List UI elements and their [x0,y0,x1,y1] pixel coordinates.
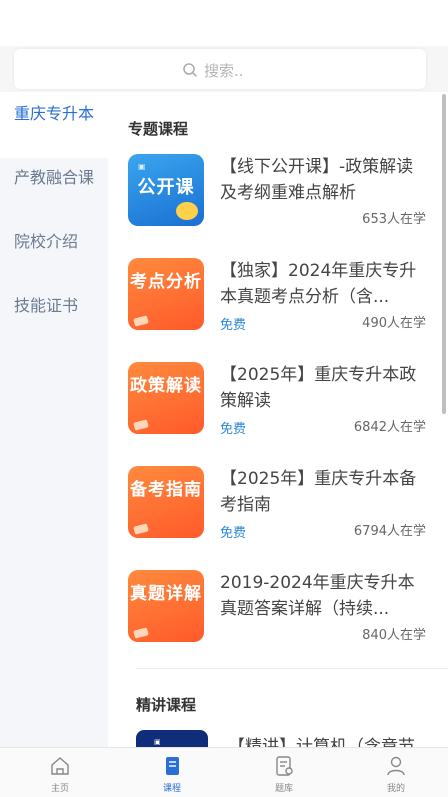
thumbnail-logo: ▣ [138,162,146,171]
category-sidebar: 重庆专升本 产教融合课 院校介绍 技能证书 [0,92,108,747]
book-icon [133,419,149,431]
course-thumbnail: 政策解读 [128,362,204,434]
status-area [0,0,448,46]
thumbnail-label: 备考指南 [130,480,202,500]
course-item[interactable]: 真题详解 2019-2024年重庆专升本真题答案详解（持续... 840人在学 [128,570,428,646]
course-title: 【2025年】重庆专升本政策解读 [220,365,417,411]
course-list-panel: 专题课程 ▣ 公开课 【线下公开课】-政策解读及考纲重难点解析 653人在学 考… [108,92,448,747]
course-title: 【独家】2024年重庆专升本真题考点分析（含... [220,261,417,307]
learner-count: 6842人在学 [353,420,426,435]
thumbnail-logo: ▣ [154,738,161,746]
course-item[interactable]: 备考指南 【2025年】重庆专升本备考指南 免费 6794人在学 [128,466,428,542]
sidebar-item-jineng-zhengshu[interactable]: 技能证书 [0,294,108,324]
course-title: 【线下公开课】-政策解读及考纲重难点解析 [220,157,414,203]
tab-label: 题库 [274,784,293,794]
home-icon [51,757,69,775]
learner-count: 653人在学 [362,212,426,227]
user-icon [387,756,405,776]
book-icon [133,315,149,327]
tab-question-bank[interactable]: 题库 [228,748,340,797]
book-icon [133,627,149,639]
course-item[interactable]: 考点分析 【独家】2024年重庆专升本真题考点分析（含... 免费 490人在学 [128,258,428,334]
learner-count: 840人在学 [362,628,426,643]
course-item[interactable]: 政策解读 【2025年】重庆专升本政策解读 免费 6842人在学 [128,362,428,438]
thumbnail-label: 考点分析 [130,272,202,292]
scrollbar[interactable] [442,94,446,414]
thumbnail-label: 公开课 [137,177,195,198]
course-title: 2019-2024年重庆专升本真题答案详解（持续... [220,573,415,619]
course-thumbnail: 备考指南 [128,466,204,538]
tab-profile[interactable]: 我的 [340,748,448,797]
course-title[interactable]: 【精讲】计算机（含章节 [228,732,415,747]
book-icon [133,523,149,535]
tab-label: 我的 [386,784,405,794]
free-badge: 免费 [220,526,247,541]
course-thumbnail[interactable]: ▣ [136,730,208,747]
section-title-jingjiang: 精讲课程 [136,696,197,714]
tab-home[interactable]: 主页 [4,748,116,797]
course-thumbnail: 真题详解 [128,570,204,642]
search-input[interactable]: 搜索.. [14,49,426,89]
course-title: 【2025年】重庆专升本备考指南 [220,469,417,515]
free-badge: 免费 [220,422,247,437]
thumbnail-label: 政策解读 [130,376,202,396]
learner-count: 6794人在学 [353,524,426,539]
search-placeholder: 搜索.. [204,62,244,80]
thumbnail-illustration [176,202,198,220]
sidebar-item-chongqing-zhuanshengben[interactable]: 重庆专升本 [0,92,108,158]
sidebar-item-yuanxiao-jieshao[interactable]: 院校介绍 [0,230,108,260]
sidebar-item-chanjiao-ronghe[interactable]: 产教融合课 [0,166,108,218]
learner-count: 490人在学 [362,316,426,331]
tab-label: 课程 [162,784,181,794]
thumbnail-label: 真题详解 [130,584,202,604]
free-badge: 免费 [220,318,247,333]
course-thumbnail: ▣ 公开课 [128,154,204,226]
search-icon [183,63,198,78]
section-title-zhuanti: 专题课程 [128,120,189,138]
divider [136,668,448,669]
search-bar: 搜索.. [0,46,448,92]
course-item[interactable]: ▣ 公开课 【线下公开课】-政策解读及考纲重难点解析 653人在学 [128,154,428,230]
bottom-tab-bar: 主页 课程 题库 我的 [0,747,448,797]
tab-course[interactable]: 课程 [116,748,228,797]
tab-label: 主页 [50,784,69,794]
course-icon [166,757,179,775]
course-thumbnail: 考点分析 [128,258,204,330]
question-bank-icon [276,756,293,776]
